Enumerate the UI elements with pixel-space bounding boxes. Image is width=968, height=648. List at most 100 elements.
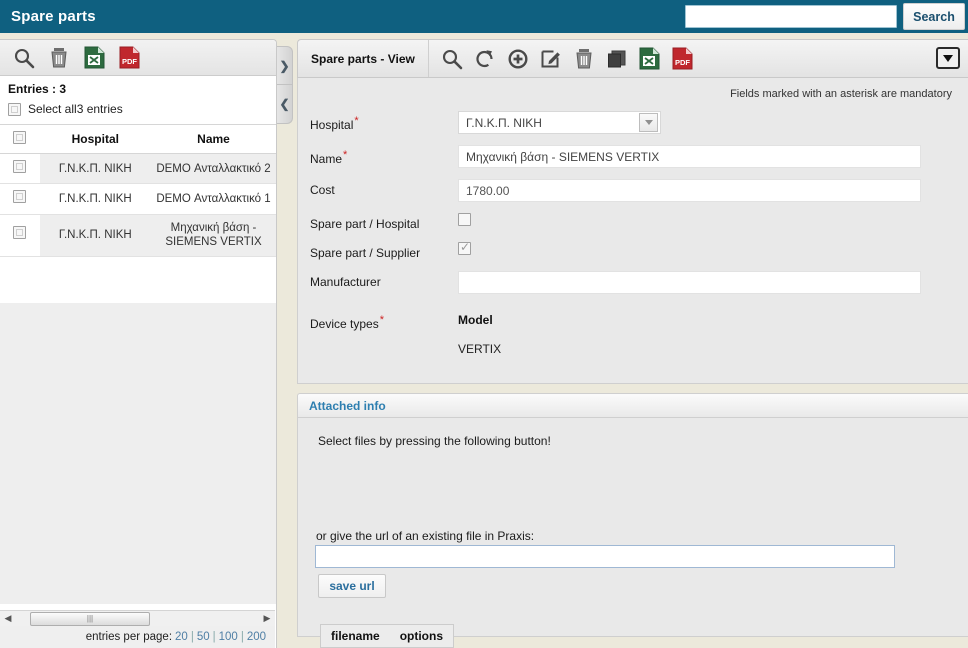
pdf-export-icon[interactable]: PDF [116, 45, 142, 71]
search-icon[interactable] [438, 45, 466, 73]
attached-info-body: Select files by pressing the following b… [297, 418, 968, 648]
manufacturer-input[interactable] [458, 271, 921, 294]
table-header-row: Hospital Name [0, 124, 276, 154]
table-row[interactable]: Γ.Ν.Κ.Π. ΝΙΚΗ Μηχανική βάση - SIEMENS VE… [0, 214, 276, 257]
field-row-spare-hospital: Spare part / Hospital [310, 213, 956, 231]
row-select-cell [0, 214, 40, 257]
header-select-checkbox[interactable] [13, 131, 27, 144]
left-list-panel: PDF Entries : 3 Select all3 entries Hosp… [0, 39, 277, 648]
application-root: Spare parts Search PDF Entries: 3 Selec… [0, 0, 968, 648]
per-page-label: entries per page: [85, 631, 173, 643]
table-row[interactable]: Γ.Ν.Κ.Π. ΝΙΚΗ DEMO Ανταλλακτικό 1 [0, 183, 276, 215]
label-spare-part-hospital: Spare part / Hospital [310, 217, 420, 231]
entries-summary: Entries : 3 Select all3 entries [0, 76, 276, 120]
horizontal-scrollbar[interactable]: ◀ ||| ▶ [0, 610, 275, 626]
attached-info-section: Attached info Select files by pressing t… [297, 393, 968, 648]
chevron-down-icon[interactable] [639, 113, 658, 132]
chevron-right-icon[interactable]: ❯ [277, 46, 293, 85]
spare-parts-list-table: Hospital Name Γ.Ν.Κ.Π. ΝΙΚΗ DEMO Ανταλλα… [0, 124, 276, 257]
device-types-table: Model VERTIX [458, 310, 501, 356]
label-manufacturer: Manufacturer [310, 275, 381, 289]
select-files-instruction: Select files by pressing the following b… [318, 434, 551, 448]
label-hospital: Hospital* [310, 111, 458, 132]
scrollbar-thumb[interactable]: ||| [30, 611, 150, 626]
label-hospital-text: Hospital [310, 118, 354, 132]
field-row-name: Name* [310, 145, 956, 168]
table-row[interactable]: Γ.Ν.Κ.Π. ΝΙΚΗ DEMO Ανταλλακτικό 2 [0, 153, 276, 185]
delete-icon[interactable] [46, 45, 72, 71]
svg-text:PDF: PDF [675, 58, 690, 67]
detail-toolbar: PDF [429, 45, 697, 73]
label-cost: Cost [310, 183, 335, 197]
label-name: Name* [310, 145, 458, 166]
chevron-left-icon[interactable]: ❮ [277, 85, 293, 124]
cell-name: DEMO Ανταλλακτικό 2 [151, 153, 276, 185]
cell-hospital: Γ.Ν.Κ.Π. ΝΙΚΗ [39, 153, 151, 185]
cell-hospital: Γ.Ν.Κ.Π. ΝΙΚΗ [39, 214, 151, 257]
column-header-filename: filename [331, 629, 380, 643]
hospital-select[interactable]: Γ.Ν.Κ.Π. ΝΙΚΗ [458, 111, 661, 134]
scrollbar-track[interactable]: ||| [16, 611, 259, 626]
search-button[interactable]: Search [903, 3, 965, 30]
attached-files-table: filename options [320, 624, 455, 648]
refresh-icon[interactable] [471, 45, 499, 73]
column-header-hospital[interactable]: Hospital [39, 124, 151, 154]
detail-tabstrip: Spare parts - View PDF [297, 39, 968, 78]
field-row-device-types: Device types* Model VERTIX [310, 310, 956, 356]
required-asterisk: * [379, 314, 384, 326]
svg-text:PDF: PDF [122, 57, 137, 66]
per-page-100[interactable]: 100 [216, 631, 241, 643]
scroll-left-arrow[interactable]: ◀ [0, 613, 16, 624]
entries-count-label: Entries : 3 [8, 82, 67, 96]
tab-spare-parts-view[interactable]: Spare parts - View [298, 40, 429, 77]
edit-icon[interactable] [537, 45, 565, 73]
required-asterisk: * [343, 149, 348, 161]
select-all-label: Select all3 entries [28, 102, 123, 116]
pdf-export-icon[interactable]: PDF [669, 45, 697, 73]
field-row-cost: Cost [310, 179, 956, 202]
per-page-200[interactable]: 200 [244, 631, 269, 643]
spare-part-supplier-checkbox[interactable] [458, 240, 471, 255]
field-row-spare-supplier: Spare part / Supplier [310, 240, 956, 260]
cell-name: Μηχανική βάση - SIEMENS VERTIX [151, 214, 276, 257]
add-icon[interactable] [504, 45, 532, 73]
detail-panel: Spare parts - View PDF Fields marked wit… [297, 39, 968, 648]
attached-info-title[interactable]: Attached info [297, 393, 968, 418]
column-header-name[interactable]: Name [151, 124, 276, 154]
field-row-hospital: Hospital* Γ.Ν.Κ.Π. ΝΙΚΗ [310, 111, 956, 134]
search-input[interactable] [685, 5, 897, 28]
excel-export-icon[interactable] [636, 45, 664, 73]
top-header-bar: Spare parts Search [0, 0, 968, 33]
select-all-row[interactable]: Select all3 entries [8, 102, 276, 116]
save-url-button[interactable]: save url [318, 574, 386, 598]
hospital-select-value: Γ.Ν.Κ.Π. ΝΙΚΗ [466, 115, 542, 130]
chevron-down-icon[interactable] [936, 47, 960, 69]
per-page-50[interactable]: 50 [194, 631, 213, 643]
row-checkbox[interactable] [13, 190, 27, 204]
cost-input[interactable] [458, 179, 921, 202]
row-select-cell [0, 153, 40, 185]
url-instruction-label: or give the url of an existing file in P… [316, 529, 535, 543]
copy-icon[interactable] [603, 45, 631, 73]
mandatory-fields-note: Fields marked with an asterisk are manda… [730, 88, 952, 100]
label-device-types-text: Device types [310, 317, 379, 331]
row-checkbox[interactable] [13, 226, 27, 240]
scroll-right-arrow[interactable]: ▶ [259, 613, 275, 624]
column-header-model: Model [458, 313, 493, 327]
search-icon[interactable] [11, 45, 37, 71]
label-spare-part-supplier: Spare part / Supplier [310, 246, 421, 260]
cell-hospital: Γ.Ν.Κ.Π. ΝΙΚΗ [39, 183, 151, 215]
entries-per-page: entries per page: 20 | 50 | 100 | 200 [0, 626, 275, 648]
per-page-20[interactable]: 20 [172, 631, 191, 643]
global-search-area: Search [685, 0, 968, 33]
field-row-manufacturer: Manufacturer [310, 271, 956, 294]
file-url-input[interactable] [315, 545, 895, 568]
spare-part-hospital-checkbox[interactable] [458, 213, 471, 226]
excel-export-icon[interactable] [81, 45, 107, 71]
row-checkbox[interactable] [13, 160, 27, 173]
select-all-checkbox[interactable] [8, 102, 21, 116]
name-input[interactable] [458, 145, 921, 168]
delete-icon[interactable] [570, 45, 598, 73]
header-select-cell [0, 124, 40, 154]
panel-collapse-controls: ❯ ❮ [277, 46, 293, 126]
